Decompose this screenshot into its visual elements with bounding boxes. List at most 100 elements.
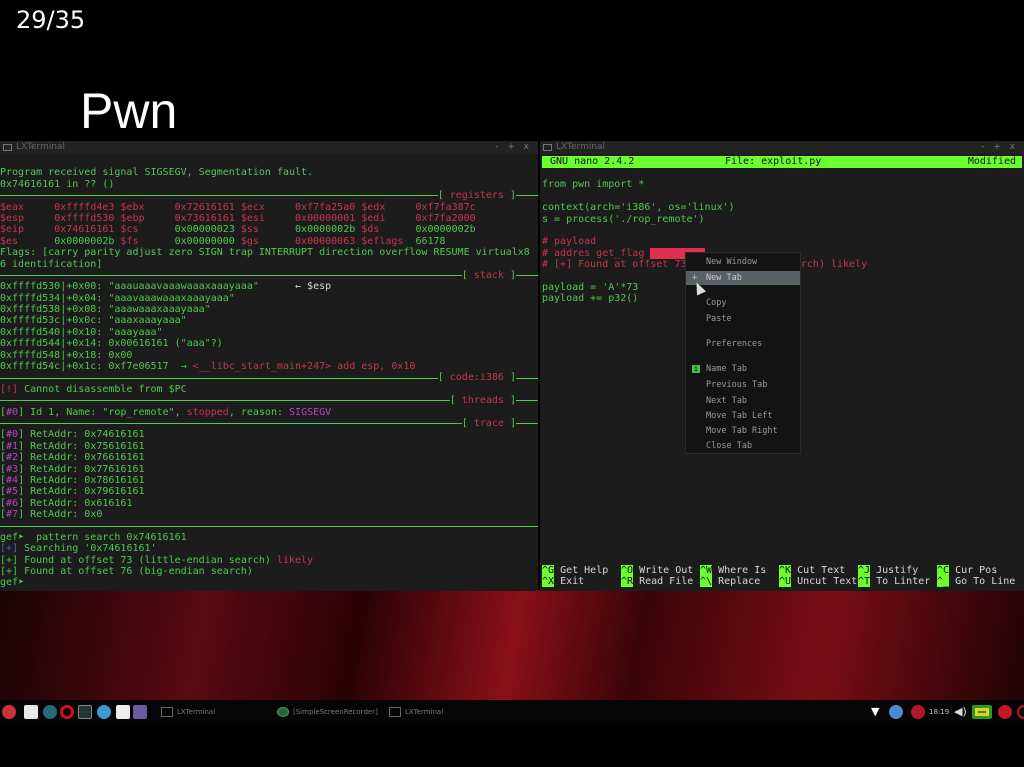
menu-item-move-tab-left[interactable]: Move Tab Left	[686, 409, 800, 423]
text-segment: $gs	[240, 235, 296, 247]
terminal-launcher-icon[interactable]	[78, 705, 92, 719]
menu-item-new-window[interactable]: New Window	[686, 255, 800, 269]
terminal-line: gef➤ pattern search 0x74616161	[0, 532, 538, 543]
shortcut-label: Justify	[876, 565, 919, 576]
menu-item-paste[interactable]: Paste	[686, 312, 800, 326]
text-segment: $ss	[240, 224, 296, 236]
text-segment: 0x00000063	[295, 235, 362, 247]
text-segment: 0xf7fa25a0	[295, 201, 362, 213]
shortcut-go-to-line[interactable]: ^_ Go To Line	[937, 576, 1015, 588]
menu-item-preferences[interactable]: Preferences	[686, 337, 800, 351]
window-controls[interactable]: - + x	[981, 141, 1018, 154]
shortcut-key: ^G	[542, 565, 555, 576]
terminal-line: 0xffffd534|+0x04: "aaavaaawaaaxaaayaaa"	[0, 293, 538, 304]
section-separator: [ code:i386 ]	[0, 372, 538, 383]
text-segment: 0xffffd53c|+0x0c:	[0, 315, 109, 327]
terminal-line: [#5] RetAddr: 0x79616161	[0, 486, 538, 497]
wifi-icon[interactable]: ▼	[871, 705, 885, 719]
menu-devil-icon[interactable]	[2, 705, 16, 719]
text-segment: # addres get_flag	[542, 247, 651, 259]
file-manager-icon[interactable]	[24, 705, 38, 719]
menu-item-new-tab[interactable]: + New Tab	[686, 271, 800, 285]
nano-header: GNU nano 2.4.2 File: exploit.py Modified	[542, 156, 1022, 168]
menu-item-name-tab[interactable]: i Name Tab	[686, 362, 800, 376]
menu-item-move-tab-right[interactable]: Move Tab Right	[686, 424, 800, 438]
text-segment: s = process('./rop_remote')	[542, 213, 705, 225]
title-bar[interactable]: LXTerminal - + x	[0, 141, 538, 154]
shortcut-key: ^_	[937, 576, 950, 588]
recorder-tray-icon[interactable]	[911, 705, 925, 719]
text-segment: "aaavaaawaaaxaaayaaa"	[108, 292, 235, 304]
terminal-line: 0xffffd530|+0x00: "aaauaaavaaawaaaxaaaya…	[0, 281, 538, 292]
section-separator: [ trace ]	[0, 418, 538, 429]
text-segment: context(arch='i386', os='linux')	[542, 202, 735, 214]
text-segment: ] RetAddr: 0x77616161	[18, 463, 145, 475]
text-segment: Flags: [carry parity adjust zero SIGN tr…	[0, 247, 530, 259]
clock[interactable]: 18:19	[929, 705, 949, 719]
shortcut-justify[interactable]: ^J Justify	[858, 565, 918, 576]
shortcut-uncut-text[interactable]: ^U Uncut Text	[779, 576, 857, 588]
keyboard-layout-flag-icon[interactable]	[972, 705, 992, 719]
terminal-line: [+] Found at offset 73 (little-endian se…	[0, 555, 538, 566]
terminal-line: [#7] RetAddr: 0x0	[0, 509, 538, 520]
text-segment: #3	[6, 463, 19, 475]
volume-icon[interactable]: ◀)	[954, 705, 968, 719]
shortcut-cut-text[interactable]: ^K Cut Text	[779, 565, 845, 576]
update-icon[interactable]	[889, 705, 903, 719]
shortcut-write-out[interactable]: ^O Write Out	[621, 565, 693, 576]
text-segment: #1	[6, 440, 19, 452]
power-icon[interactable]	[1017, 705, 1024, 719]
gdb-output[interactable]: Program received signal SIGSEGV, Segment…	[0, 156, 538, 589]
gdb-terminal-window[interactable]: LXTerminal - + x Program received signal …	[0, 141, 538, 591]
shortcut-replace[interactable]: ^\ Replace	[700, 576, 760, 588]
text-segment: ] RetAddr: 0x616161	[18, 497, 133, 509]
menu-item-next-tab[interactable]: Next Tab	[686, 394, 800, 408]
text-segment: "aaauaaavaaawaaaxaaayaaa"	[108, 281, 259, 293]
text-segment: Searching '0x74616161'	[24, 543, 157, 555]
shortcut-exit[interactable]: ^X Exit	[542, 576, 584, 588]
terminal-line: [#1] RetAddr: 0x75616161	[0, 441, 538, 452]
nano-version: GNU nano 2.4.2	[550, 156, 635, 167]
network-app-icon[interactable]	[43, 705, 57, 719]
task-lxterminal-1[interactable]: LXTerminal	[161, 705, 215, 719]
opera-icon[interactable]	[60, 705, 74, 719]
shortcut-where-is[interactable]: ^W Where Is	[700, 565, 766, 576]
terminal-line: from pwn import *	[542, 179, 1024, 190]
text-segment: 0x74616161 in ?? ()	[0, 178, 115, 190]
shortcut-read-file[interactable]: ^R Read File	[621, 576, 693, 588]
shortcut-cur-pos[interactable]: ^C Cur Pos	[937, 565, 997, 576]
text-segment: #6	[6, 497, 19, 509]
text-segment: Cannot disassemble from $PC	[24, 383, 187, 395]
screenshot-icon[interactable]	[133, 705, 147, 719]
text-segment: 0x00000023	[174, 224, 241, 236]
text-segment: 0xffffd530|+0x00:	[0, 281, 109, 293]
info-icon: i	[692, 365, 700, 373]
title-bar[interactable]: LXTerminal - + x	[540, 141, 1024, 154]
text-segment: 6 identification]	[0, 258, 103, 270]
menu-item-previous-tab[interactable]: Previous Tab	[686, 378, 800, 392]
text-segment: 0x72616161	[174, 201, 241, 213]
terminal-line: 0xffffd54c|+0x1c: 0xf7e06517 → <__libc_s…	[0, 361, 538, 372]
text-segment: 0xffffd538|+0x08:	[0, 304, 109, 316]
shortcut-label: Cut Text	[797, 565, 846, 576]
text-segment: Program received signal SIGSEGV, Segment…	[0, 167, 314, 179]
telegram-icon[interactable]	[97, 705, 111, 719]
text-segment: 0xf7fa387c	[415, 201, 476, 213]
text-segment: #0	[6, 406, 19, 418]
text-segment: ] RetAddr: 0x76616161	[18, 452, 145, 464]
text-segment: #2	[6, 452, 19, 464]
document-viewer-icon[interactable]	[116, 705, 130, 719]
text-segment: #5	[6, 486, 19, 498]
section-label: stack	[473, 269, 504, 281]
menu-item-copy[interactable]: Copy	[686, 296, 800, 310]
window-controls[interactable]: - + x	[495, 141, 532, 154]
lock-icon[interactable]	[998, 705, 1012, 719]
shortcut-to-linter[interactable]: ^T To Linter	[858, 576, 930, 588]
text-segment: [+]	[0, 543, 25, 555]
menu-item-label: New Window	[706, 257, 758, 267]
menu-item-close-tab[interactable]: Close Tab	[686, 439, 800, 453]
task-screenrecorder[interactable]: [SimpleScreenRecorder]	[277, 705, 378, 719]
task-lxterminal-2[interactable]: LXTerminal	[389, 705, 443, 719]
shortcut-get-help[interactable]: ^G Get Help	[542, 565, 608, 576]
